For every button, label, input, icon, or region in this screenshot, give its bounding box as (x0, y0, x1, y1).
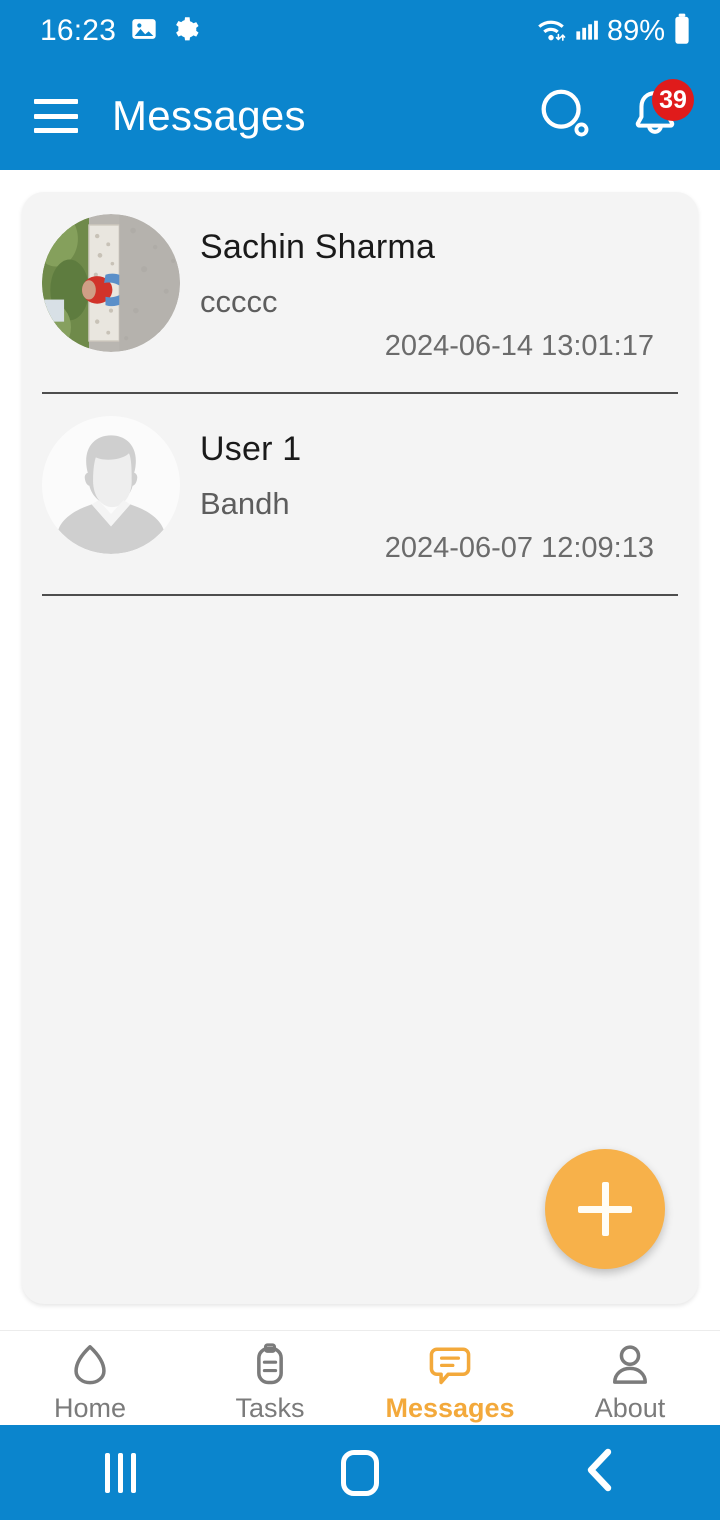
bottom-navigation: Home Tasks Messages About (0, 1330, 720, 1425)
avatar (42, 214, 180, 352)
cellular-signal-icon (574, 16, 600, 47)
message-preview-text: ccccc (200, 284, 278, 319)
person-icon (604, 1337, 656, 1393)
status-bar: 16:23 89% (0, 0, 720, 62)
search-icon (534, 83, 596, 150)
android-navigation-bar (0, 1425, 720, 1520)
search-button[interactable] (534, 85, 596, 147)
notification-badge: 39 (652, 79, 694, 121)
message-list-item[interactable]: User 1 Bandh 2024-06-07 12:09:13 (22, 394, 698, 596)
home-square-icon (341, 1449, 379, 1496)
nav-item-about[interactable]: About (540, 1331, 720, 1424)
back-button[interactable] (480, 1425, 720, 1520)
message-timestamp: 2024-06-07 12:09:13 (384, 532, 654, 564)
battery-percent: 89% (606, 14, 665, 47)
nav-label-messages: Messages (385, 1393, 515, 1423)
back-chevron-icon (578, 1442, 622, 1503)
nav-label-tasks: Tasks (235, 1393, 305, 1423)
nav-item-messages[interactable]: Messages (360, 1331, 540, 1424)
chat-bubble-icon (424, 1337, 476, 1393)
message-preview-text: Bandh (200, 486, 290, 521)
message-sender-name: Sachin Sharma (200, 228, 436, 266)
home-icon (64, 1337, 116, 1393)
clipboard-icon (244, 1337, 296, 1393)
gear-icon (172, 15, 200, 48)
add-message-button[interactable] (545, 1149, 665, 1269)
avatar (42, 416, 180, 554)
wifi-icon (535, 15, 567, 48)
message-list-item[interactable]: Sachin Sharma ccccc 2024-06-14 13:01:17 (22, 192, 698, 394)
recents-button[interactable] (0, 1425, 240, 1520)
app-bar: Messages 39 (0, 62, 720, 170)
messages-card: Sachin Sharma ccccc 2024-06-14 13:01:17 (22, 192, 698, 1304)
avatar-photo (42, 214, 180, 352)
nav-item-home[interactable]: Home (0, 1331, 180, 1424)
home-button[interactable] (240, 1425, 480, 1520)
image-icon (130, 15, 158, 48)
notifications-button[interactable]: 39 (624, 79, 694, 147)
plus-icon-cross (578, 1205, 632, 1213)
nav-item-tasks[interactable]: Tasks (180, 1331, 360, 1424)
message-timestamp: 2024-06-14 13:01:17 (384, 330, 654, 362)
page-title: Messages (112, 92, 306, 139)
nav-label-about: About (594, 1393, 666, 1423)
status-bar-right: 89% (535, 13, 692, 50)
content-area: Sachin Sharma ccccc 2024-06-14 13:01:17 (0, 170, 720, 1330)
status-bar-left: 16:23 (40, 14, 200, 48)
recents-icon (104, 1452, 136, 1493)
app-screen: 16:23 89% Messages 39 Sachin Sharma cccc… (0, 0, 720, 1520)
app-bar-actions: 39 (534, 79, 694, 147)
message-sender-name: User 1 (200, 430, 302, 468)
status-time: 16:23 (40, 14, 117, 47)
nav-label-home: Home (53, 1393, 127, 1423)
hamburger-menu-icon[interactable] (34, 99, 78, 133)
list-divider (42, 594, 678, 596)
battery-icon (672, 13, 692, 50)
avatar-placeholder-icon (42, 416, 180, 554)
